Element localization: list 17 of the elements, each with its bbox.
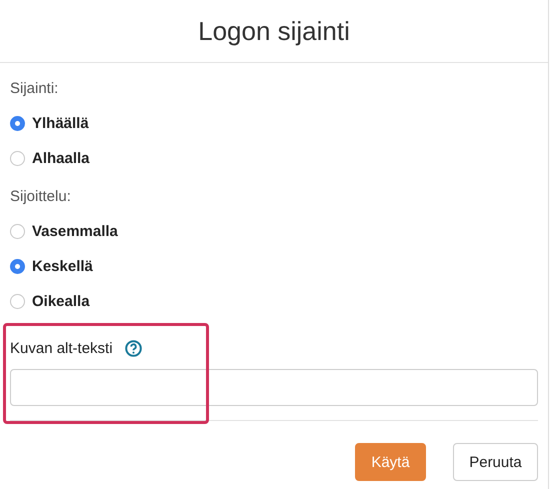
group-label: Sijoittelu: bbox=[10, 187, 72, 207]
alt-text-field[interactable] bbox=[10, 369, 538, 406]
radio-label: Alhaalla bbox=[32, 150, 90, 167]
radio-label: Keskellä bbox=[32, 258, 93, 275]
radio-button[interactable] bbox=[10, 294, 25, 309]
radio-label: Vasemmalla bbox=[32, 223, 118, 240]
radio-label: Ylhäällä bbox=[32, 115, 89, 132]
radio-button[interactable] bbox=[10, 116, 25, 131]
group-label: Sijainti: bbox=[10, 79, 60, 99]
radio-button[interactable] bbox=[10, 224, 25, 239]
radio-button[interactable] bbox=[10, 151, 25, 166]
cancel-button[interactable]: Peruuta bbox=[453, 443, 538, 481]
dialog-title: Logon sijainti bbox=[0, 0, 548, 63]
help-icon[interactable] bbox=[124, 340, 142, 356]
field-label: Kuvan alt-teksti bbox=[10, 340, 113, 356]
radio-label: Oikealla bbox=[32, 293, 90, 310]
radio-button[interactable] bbox=[10, 259, 25, 274]
